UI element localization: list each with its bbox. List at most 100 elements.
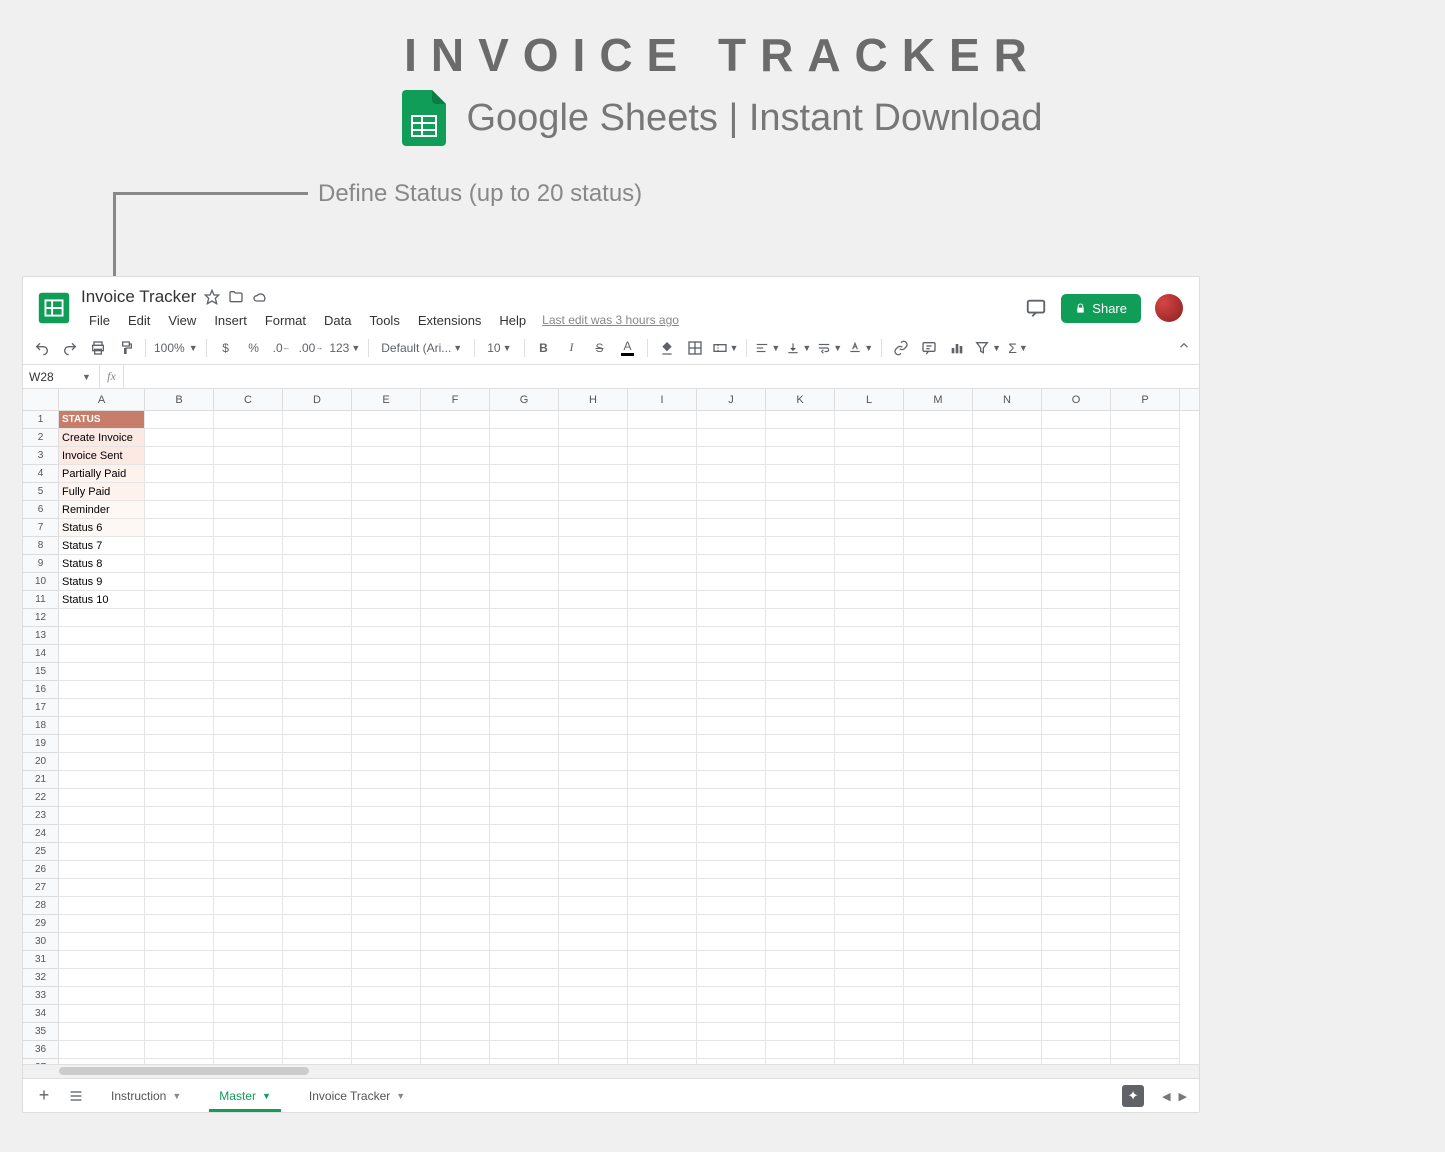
- cell[interactable]: [145, 663, 214, 681]
- cell[interactable]: [973, 1041, 1042, 1059]
- row-header[interactable]: 11: [23, 591, 58, 609]
- cell[interactable]: [559, 879, 628, 897]
- cell[interactable]: [283, 951, 352, 969]
- cell[interactable]: [628, 843, 697, 861]
- cell[interactable]: [490, 861, 559, 879]
- cell[interactable]: [490, 717, 559, 735]
- cell[interactable]: [490, 555, 559, 573]
- functions-button[interactable]: Σ▼: [1007, 336, 1029, 360]
- row-header[interactable]: 36: [23, 1041, 58, 1059]
- cell[interactable]: [1042, 789, 1111, 807]
- cell[interactable]: [904, 897, 973, 915]
- cell[interactable]: [214, 771, 283, 789]
- cell[interactable]: [421, 681, 490, 699]
- cell[interactable]: [1111, 591, 1180, 609]
- cell[interactable]: [697, 627, 766, 645]
- account-avatar[interactable]: [1155, 294, 1183, 322]
- cell[interactable]: [766, 609, 835, 627]
- cell[interactable]: [559, 753, 628, 771]
- cell[interactable]: [973, 447, 1042, 465]
- cell[interactable]: [283, 753, 352, 771]
- cell[interactable]: [766, 627, 835, 645]
- cell[interactable]: [283, 411, 352, 429]
- cell[interactable]: [59, 843, 145, 861]
- cell[interactable]: [214, 933, 283, 951]
- cell[interactable]: [835, 555, 904, 573]
- cell[interactable]: [283, 447, 352, 465]
- cell[interactable]: [973, 1005, 1042, 1023]
- cell[interactable]: [766, 1005, 835, 1023]
- cell[interactable]: [835, 735, 904, 753]
- cell[interactable]: [59, 915, 145, 933]
- cell[interactable]: [628, 681, 697, 699]
- menu-data[interactable]: Data: [316, 311, 359, 330]
- cell[interactable]: [421, 609, 490, 627]
- cell[interactable]: [973, 933, 1042, 951]
- cell[interactable]: [559, 1023, 628, 1041]
- cell[interactable]: [1042, 879, 1111, 897]
- text-rotation-button[interactable]: ▼: [848, 336, 873, 360]
- cell[interactable]: [559, 969, 628, 987]
- menu-view[interactable]: View: [160, 311, 204, 330]
- cell[interactable]: [1111, 609, 1180, 627]
- cell[interactable]: [973, 609, 1042, 627]
- cell[interactable]: [283, 1041, 352, 1059]
- cell[interactable]: [1042, 429, 1111, 447]
- cell[interactable]: [1111, 753, 1180, 771]
- cell[interactable]: [352, 699, 421, 717]
- cell[interactable]: Status 8: [59, 555, 145, 573]
- row-header[interactable]: 16: [23, 681, 58, 699]
- cell[interactable]: [628, 1023, 697, 1041]
- cell[interactable]: [1042, 735, 1111, 753]
- cell[interactable]: [559, 465, 628, 483]
- cell[interactable]: [766, 555, 835, 573]
- cell[interactable]: [145, 897, 214, 915]
- cell[interactable]: [697, 951, 766, 969]
- cell[interactable]: [1042, 483, 1111, 501]
- cell[interactable]: [490, 429, 559, 447]
- cell[interactable]: [628, 483, 697, 501]
- cell[interactable]: [421, 897, 490, 915]
- cell[interactable]: [835, 483, 904, 501]
- cell[interactable]: [766, 483, 835, 501]
- text-color-button[interactable]: A: [617, 336, 639, 360]
- cell[interactable]: [283, 681, 352, 699]
- cell[interactable]: [145, 843, 214, 861]
- cell[interactable]: [628, 573, 697, 591]
- cell[interactable]: [352, 1005, 421, 1023]
- cell[interactable]: [559, 519, 628, 537]
- cell[interactable]: [145, 951, 214, 969]
- cell[interactable]: [628, 879, 697, 897]
- redo-button[interactable]: [59, 336, 81, 360]
- cell[interactable]: [1042, 987, 1111, 1005]
- cell[interactable]: [421, 573, 490, 591]
- cell[interactable]: [766, 645, 835, 663]
- row-header[interactable]: 14: [23, 645, 58, 663]
- cell[interactable]: [835, 915, 904, 933]
- cell[interactable]: [1111, 465, 1180, 483]
- cell[interactable]: [904, 609, 973, 627]
- cell[interactable]: Status 6: [59, 519, 145, 537]
- cell[interactable]: [835, 861, 904, 879]
- cell[interactable]: [1111, 681, 1180, 699]
- cell[interactable]: [490, 1041, 559, 1059]
- cell[interactable]: [766, 591, 835, 609]
- cell[interactable]: [59, 699, 145, 717]
- cell[interactable]: [697, 897, 766, 915]
- cell[interactable]: [904, 627, 973, 645]
- cell[interactable]: [628, 663, 697, 681]
- cell[interactable]: [214, 411, 283, 429]
- cell[interactable]: [904, 735, 973, 753]
- collapse-toolbar-icon[interactable]: [1177, 339, 1191, 356]
- cell[interactable]: [214, 555, 283, 573]
- row-header[interactable]: 31: [23, 951, 58, 969]
- cell[interactable]: [283, 807, 352, 825]
- cell[interactable]: [421, 735, 490, 753]
- cell[interactable]: [904, 645, 973, 663]
- cell[interactable]: [283, 429, 352, 447]
- bold-button[interactable]: B: [533, 336, 555, 360]
- cell-reference-box[interactable]: W28: [23, 370, 74, 384]
- cell[interactable]: [835, 609, 904, 627]
- cell[interactable]: [835, 951, 904, 969]
- cell[interactable]: [559, 807, 628, 825]
